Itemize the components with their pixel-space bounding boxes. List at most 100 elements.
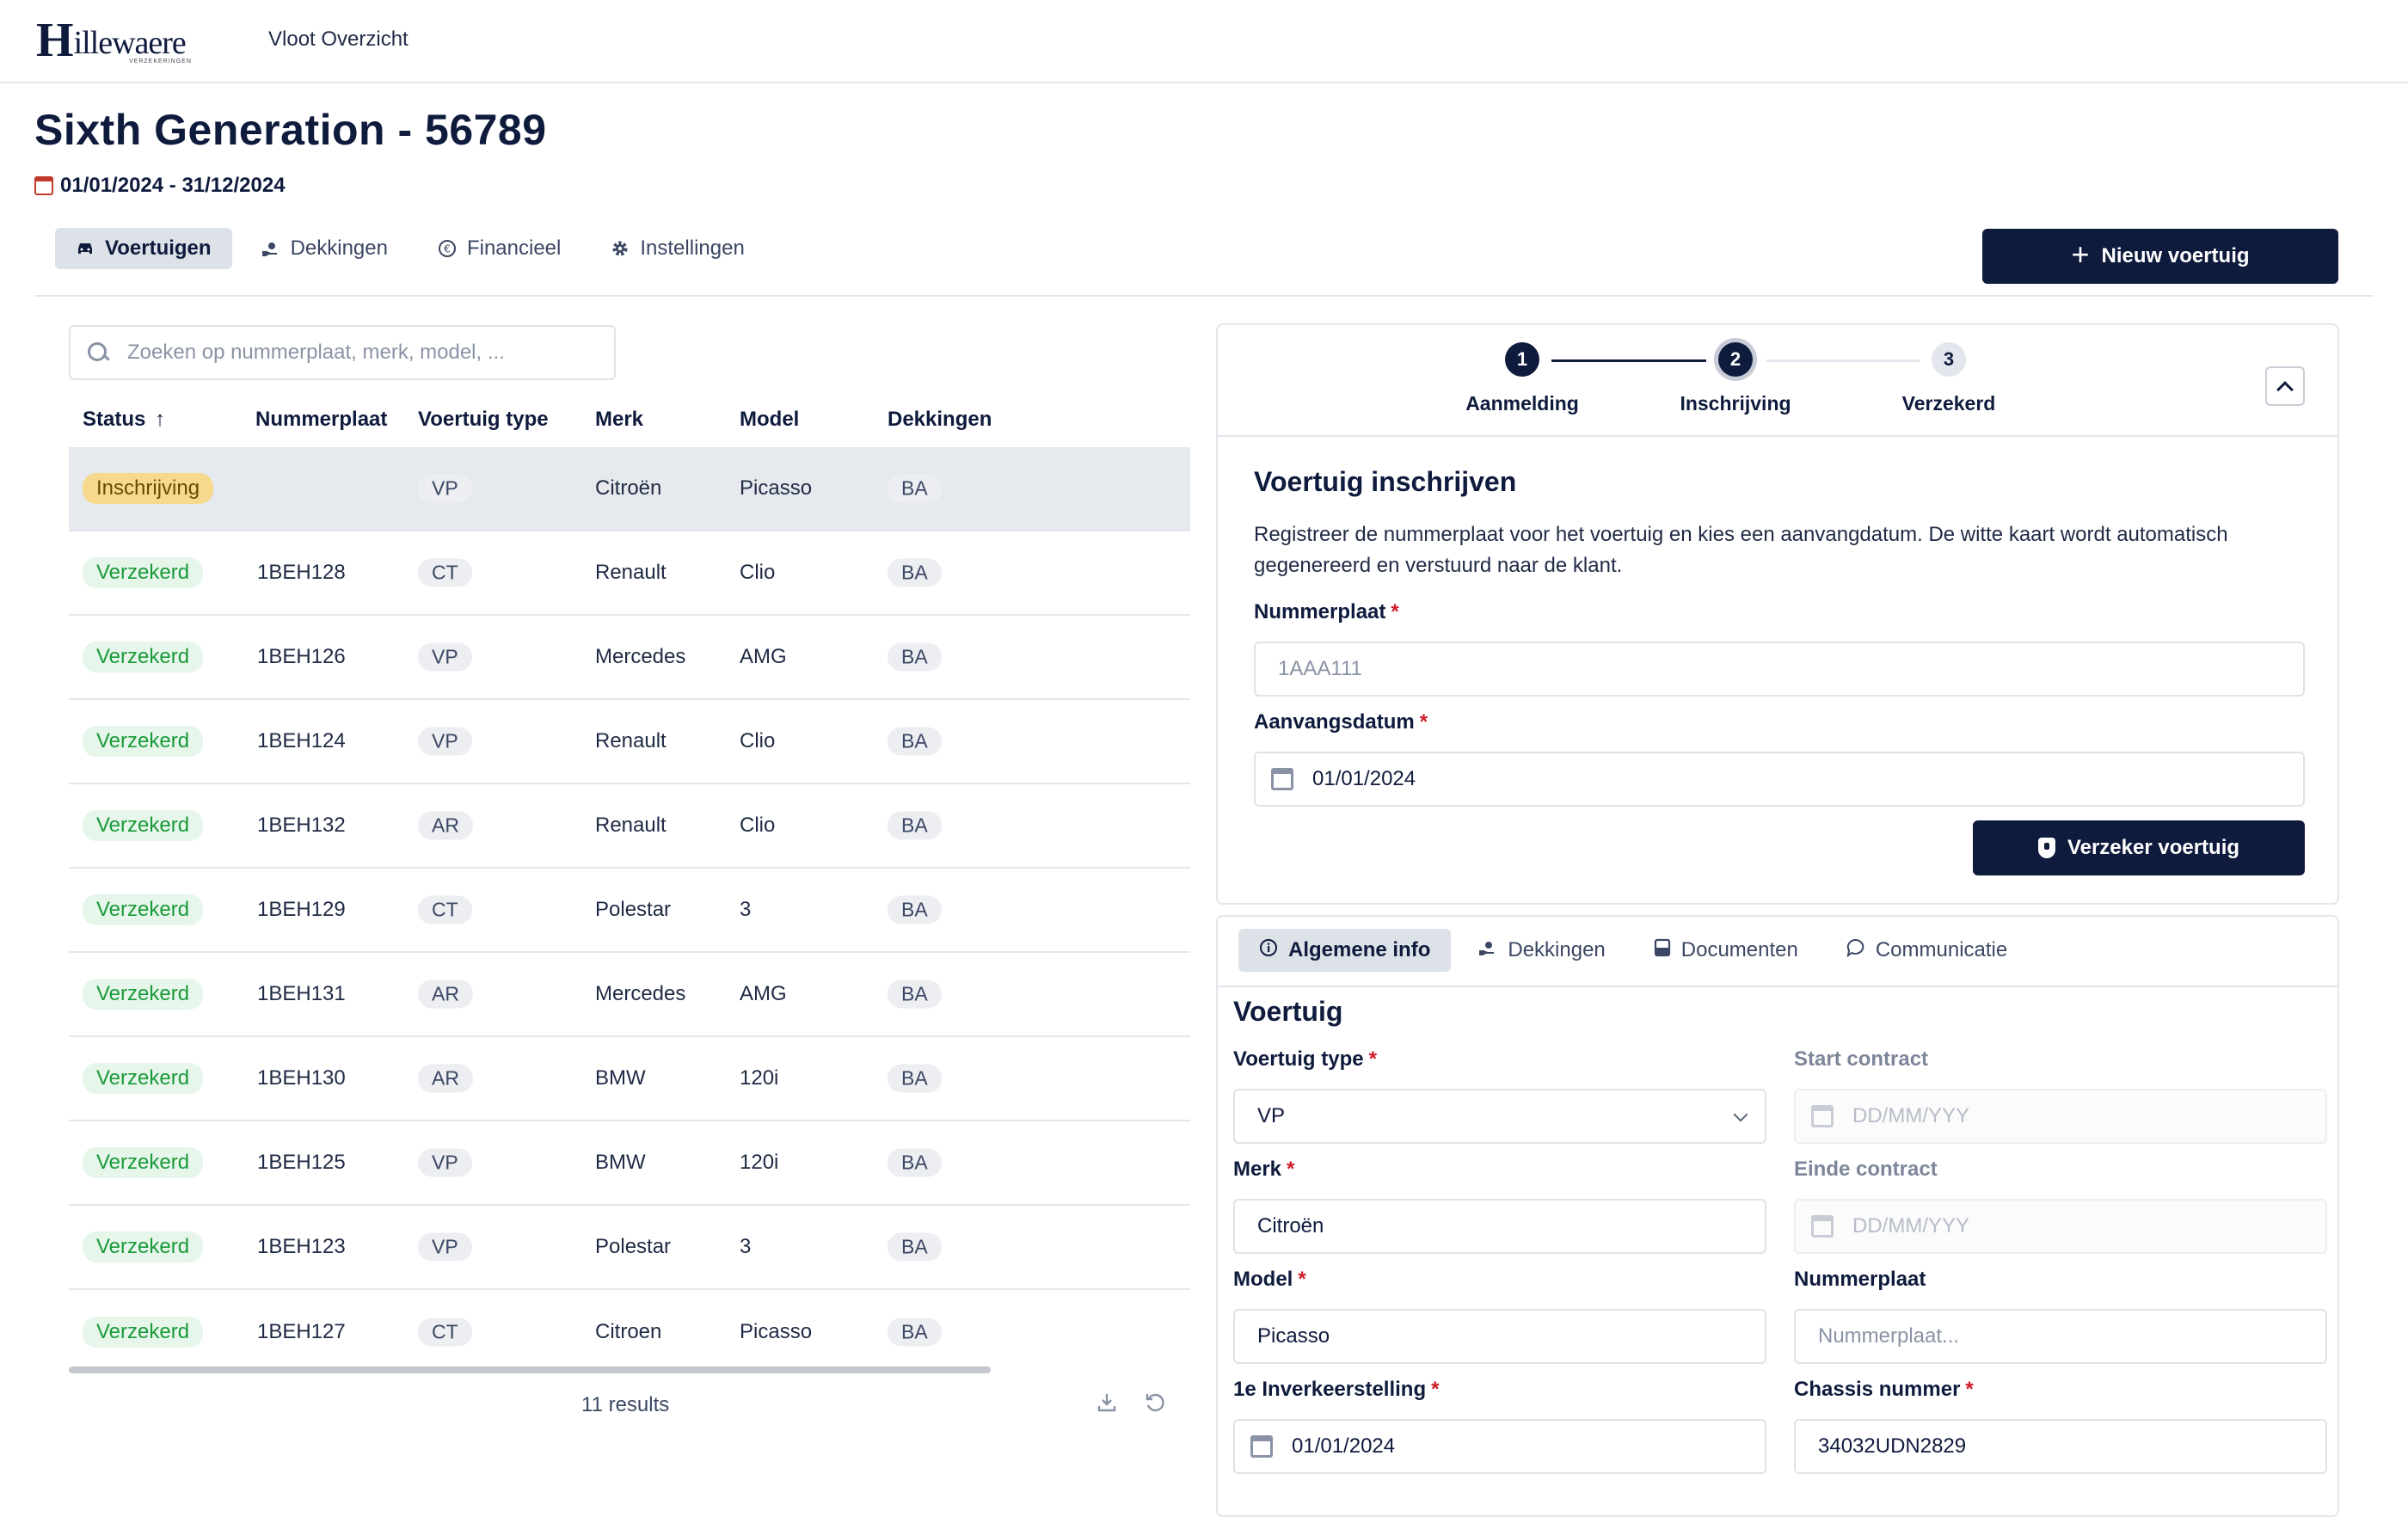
plus-icon: + xyxy=(2071,236,2090,272)
status-badge: Verzekerd xyxy=(83,894,204,925)
table-row[interactable]: Verzekerd 1BEH131 AR Mercedes AMG BA xyxy=(69,953,1190,1037)
step-number: 2 xyxy=(1718,342,1753,377)
tab-dekkingen-detail[interactable]: Dekkingen xyxy=(1458,929,1625,972)
type-pill: AR xyxy=(418,811,473,840)
vehicle-plate-label: Nummerplaat xyxy=(1794,1268,1926,1291)
table-row[interactable]: Verzekerd 1BEH127 CT Citroen Picasso BA xyxy=(69,1290,1190,1374)
merk-input[interactable]: Citroën xyxy=(1233,1199,1766,1254)
new-vehicle-label: Nieuw voertuig xyxy=(2101,244,2250,267)
start-date-label: Aanvangsdatum * xyxy=(1254,710,1428,734)
header-plate[interactable]: Nummerplaat xyxy=(255,408,387,432)
status-badge: Verzekerd xyxy=(83,810,204,841)
refresh-icon[interactable] xyxy=(1142,1390,1168,1416)
tab-financieel[interactable]: € Financieel xyxy=(417,228,581,269)
chassis-input[interactable]: 34032UDN2829 xyxy=(1794,1419,2327,1474)
merk-cell: Polestar xyxy=(595,1235,672,1258)
vehicle-plate-input[interactable]: Nummerplaat... xyxy=(1794,1309,2327,1364)
model-cell: 120i xyxy=(740,1151,779,1174)
header-merk[interactable]: Merk xyxy=(595,408,643,432)
start-date-input[interactable]: 01/01/2024 xyxy=(1254,752,2305,807)
type-pill: CT xyxy=(418,895,472,924)
status-badge: Verzekerd xyxy=(83,1317,204,1348)
download-icon[interactable] xyxy=(1094,1390,1120,1416)
table-row[interactable]: Inschrijving VP Citroën Picasso BA xyxy=(69,447,1190,531)
table-row[interactable]: Verzekerd 1BEH123 VP Polestar 3 BA xyxy=(69,1206,1190,1290)
step-label: Aanmelding xyxy=(1465,392,1579,415)
status-badge: Inschrijving xyxy=(83,473,214,504)
vehicle-type-value: VP xyxy=(1257,1104,1286,1127)
model-label: Model * xyxy=(1233,1268,1306,1292)
vehicle-section-title: Voertuig xyxy=(1233,996,1343,1027)
model-input[interactable]: Picasso xyxy=(1233,1309,1766,1364)
registration-card: 1 Aanmelding 2 Inschrijving 3 Verzekerd … xyxy=(1216,323,2339,905)
gear-icon xyxy=(611,239,630,258)
status-badge: Verzekerd xyxy=(83,1231,204,1262)
header-type[interactable]: Voertuig type xyxy=(418,408,549,432)
plate-cell: 1BEH129 xyxy=(257,898,346,921)
table-row[interactable]: Verzekerd 1BEH132 AR Renault Clio BA xyxy=(69,784,1190,869)
register-plate-input[interactable]: 1AAA111 xyxy=(1254,642,2305,697)
register-description: Registreer de nummerplaat voor het voert… xyxy=(1254,523,2228,577)
tab-label: Dekkingen xyxy=(290,236,388,260)
horizontal-scrollbar[interactable] xyxy=(69,1367,991,1373)
vehicle-type-label: Voertuig type * xyxy=(1233,1047,1377,1072)
company-logo[interactable]: H illewaere VERZEKERINGEN xyxy=(36,16,191,65)
collapse-button[interactable] xyxy=(2265,366,2305,406)
plate-cell: 1BEH127 xyxy=(257,1320,346,1343)
table-header: Status ↑ Nummerplaat Voertuig type Merk … xyxy=(69,404,1190,447)
policy-period: 01/01/2024 - 31/12/2024 xyxy=(34,174,286,198)
calendar-icon xyxy=(1271,768,1293,790)
logo-subtitle: VERZEKERINGEN xyxy=(129,58,192,64)
required-mark: * xyxy=(1287,1158,1295,1181)
tab-label: Instellingen xyxy=(640,236,745,260)
vehicle-details-card: Algemene info Dekkingen Documenten Commu… xyxy=(1216,915,2339,1517)
calendar-icon xyxy=(1811,1215,1834,1238)
type-pill: AR xyxy=(418,1064,473,1093)
insure-vehicle-button[interactable]: Verzeker voertuig xyxy=(1973,820,2305,875)
progress-stepper: 1 Aanmelding 2 Inschrijving 3 Verzekerd xyxy=(1218,325,2337,437)
required-mark: * xyxy=(1419,710,1428,734)
merk-cell: Polestar xyxy=(595,898,672,921)
nav-fleet-overview[interactable]: Vloot Overzicht xyxy=(268,28,408,52)
header-status-label: Status xyxy=(83,408,146,431)
status-badge: Verzekerd xyxy=(83,1063,204,1094)
table-row[interactable]: Verzekerd 1BEH129 CT Polestar 3 BA xyxy=(69,869,1190,953)
main-tabs: Voertuigen Dekkingen € Financieel Instel… xyxy=(55,228,774,269)
new-vehicle-button[interactable]: + Nieuw voertuig xyxy=(1982,229,2338,284)
tab-voertuigen[interactable]: Voertuigen xyxy=(55,228,232,269)
header-dekkingen[interactable]: Dekkingen xyxy=(888,408,992,432)
vehicle-type-label-text: Voertuig type xyxy=(1233,1047,1364,1071)
coverage-pill: BA xyxy=(888,558,942,587)
tab-algemene-info[interactable]: Algemene info xyxy=(1238,929,1452,972)
table-row[interactable]: Verzekerd 1BEH128 CT Renault Clio BA xyxy=(69,531,1190,616)
tab-instellingen[interactable]: Instellingen xyxy=(590,228,765,269)
model-cell: 3 xyxy=(740,898,752,921)
shield-icon xyxy=(2037,838,2055,858)
table-row[interactable]: Verzekerd 1BEH125 VP BMW 120i BA xyxy=(69,1121,1190,1206)
page-title: Sixth Generation - 56789 xyxy=(34,106,547,154)
table-row[interactable]: Verzekerd 1BEH124 VP Renault Clio BA xyxy=(69,700,1190,784)
start-contract-placeholder: DD/MM/YYY xyxy=(1852,1104,1970,1127)
plate-cell: 1BEH125 xyxy=(257,1151,346,1174)
header-status[interactable]: Status ↑ xyxy=(83,408,165,432)
model-cell: 120i xyxy=(740,1066,779,1090)
tab-dekkingen[interactable]: Dekkingen xyxy=(241,228,408,269)
header-model[interactable]: Model xyxy=(740,408,799,432)
plate-label: Nummerplaat * xyxy=(1254,600,1399,624)
model-cell: Clio xyxy=(740,729,776,752)
chassis-label-text: Chassis nummer xyxy=(1794,1378,1961,1401)
table-row[interactable]: Verzekerd 1BEH130 AR BMW 120i BA xyxy=(69,1037,1190,1121)
top-navbar: H illewaere VERZEKERINGEN Vloot Overzich… xyxy=(0,0,2408,83)
tab-communicatie[interactable]: Communicatie xyxy=(1826,929,2028,972)
first-registration-input[interactable]: 01/01/2024 xyxy=(1233,1419,1766,1474)
plate-cell: 1BEH126 xyxy=(257,645,346,668)
merk-cell: Citroën xyxy=(595,476,662,500)
plate-cell: 1BEH130 xyxy=(257,1066,346,1090)
vehicle-type-select[interactable]: VP xyxy=(1233,1089,1766,1144)
tab-documenten[interactable]: Documenten xyxy=(1633,929,1819,972)
first-registration-label-text: 1e Inverkeerstelling xyxy=(1233,1378,1427,1401)
search-box xyxy=(69,325,616,380)
table-row[interactable]: Verzekerd 1BEH126 VP Mercedes AMG BA xyxy=(69,616,1190,700)
detail-tabs-divider xyxy=(1218,986,2337,987)
search-input[interactable] xyxy=(126,340,590,365)
